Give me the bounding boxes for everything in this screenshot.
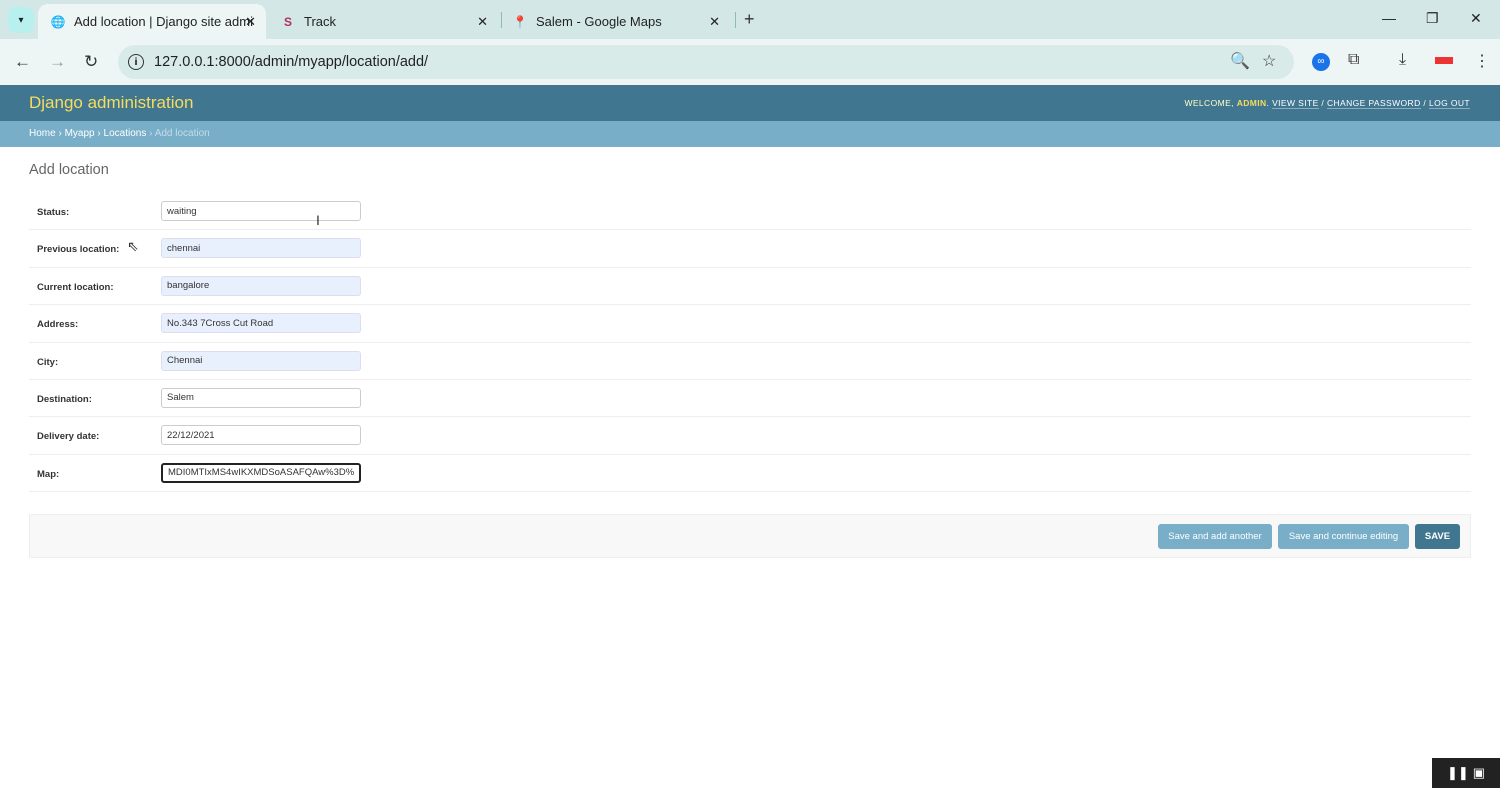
pause-icon[interactable]: ❚❚ xyxy=(1447,765,1469,781)
download-icon[interactable]: ⤓ xyxy=(1399,51,1406,69)
tab-label: Track xyxy=(304,14,337,29)
previous-location-input[interactable] xyxy=(161,238,361,259)
mouse-pointer-icon: ⇖ xyxy=(127,238,139,254)
url-text[interactable]: 127.0.0.1:8000/admin/myapp/location/add/ xyxy=(154,54,428,70)
breadcrumb-app[interactable]: Myapp xyxy=(65,128,95,139)
view-site-link[interactable]: VIEW SITE xyxy=(1272,98,1319,109)
current-location-input[interactable] xyxy=(161,275,361,296)
save-button[interactable]: SAVE xyxy=(1415,524,1460,549)
form-row-previous-location: Previous location: xyxy=(29,230,1471,268)
form-row-current-location: Current location: xyxy=(29,268,1471,306)
address-input[interactable] xyxy=(161,313,361,334)
site-brand[interactable]: Django administration xyxy=(29,93,193,113)
delivery-date-input[interactable] xyxy=(161,425,361,446)
form-row-status: Status: xyxy=(29,193,1471,231)
location-form: Status: Previous location: Current locat… xyxy=(29,193,1471,493)
breadcrumb: Home › Myapp › Locations › Add location xyxy=(0,121,1500,147)
destination-input[interactable] xyxy=(161,387,361,408)
tab-google-maps[interactable]: 📍 Salem - Google Maps ✕ xyxy=(512,4,730,39)
extensions-puzzle-icon[interactable]: ⧉ xyxy=(1348,51,1359,69)
separator: / xyxy=(1321,98,1325,108)
save-and-add-another-button[interactable]: Save and add another xyxy=(1158,524,1272,549)
text-cursor-icon: I xyxy=(316,212,320,228)
address-bar[interactable]: i 127.0.0.1:8000/admin/myapp/location/ad… xyxy=(118,45,1294,79)
recorder-controls: ❚❚ ▣ xyxy=(1432,758,1500,788)
maps-pin-icon: 📍 xyxy=(512,14,528,29)
site-info-icon[interactable]: i xyxy=(128,54,144,70)
field-label: Destination: xyxy=(37,393,92,405)
form-row-city: City: xyxy=(29,343,1471,380)
minimize-button[interactable]: — xyxy=(1382,10,1396,26)
admin-header: Django administration WELCOME, ADMIN. VI… xyxy=(0,85,1500,121)
page-title: Add location xyxy=(29,162,109,178)
status-input[interactable] xyxy=(161,201,361,221)
tab-search-button[interactable]: ▾ xyxy=(8,7,34,33)
separator: / xyxy=(1423,98,1427,108)
close-tab-icon[interactable]: ✕ xyxy=(709,14,720,30)
tab-track[interactable]: S Track ✕ xyxy=(280,4,498,39)
field-label: Current location: xyxy=(37,281,114,293)
field-label: Delivery date: xyxy=(37,431,100,443)
tab-label: Add location | Django site admi xyxy=(74,14,253,29)
field-label: Status: xyxy=(37,207,70,218)
tab-strip: ▾ 🌐 Add location | Django site admi ✕ S … xyxy=(0,0,1500,39)
save-and-continue-button[interactable]: Save and continue editing xyxy=(1278,524,1409,549)
close-tab-icon[interactable]: ✕ xyxy=(245,14,256,30)
form-row-delivery-date: Delivery date: xyxy=(29,417,1471,455)
field-label: Map: xyxy=(37,468,60,480)
breadcrumb-sep: › xyxy=(58,128,62,139)
welcome-text: WELCOME, xyxy=(1184,98,1234,108)
zoom-icon[interactable]: 🔍 xyxy=(1230,51,1250,71)
form-row-address: Address: xyxy=(29,305,1471,343)
field-label: Previous location: xyxy=(37,244,120,256)
menu-kebab-icon[interactable]: ⋮ xyxy=(1474,51,1490,71)
user-tools: WELCOME, ADMIN. VIEW SITE / CHANGE PASSW… xyxy=(1184,98,1470,109)
breadcrumb-model[interactable]: Locations xyxy=(104,128,147,139)
tab-add-location[interactable]: 🌐 Add location | Django site admi ✕ xyxy=(38,4,266,39)
city-input[interactable] xyxy=(161,350,361,371)
extension-icon[interactable]: ∞ xyxy=(1312,53,1330,71)
username: ADMIN xyxy=(1236,98,1267,108)
change-password-link[interactable]: CHANGE PASSWORD xyxy=(1326,98,1421,109)
field-label: City: xyxy=(37,356,59,368)
forward-button[interactable]: → xyxy=(49,52,66,72)
breadcrumb-home[interactable]: Home xyxy=(29,128,56,139)
breadcrumb-sep: › xyxy=(97,128,101,139)
track-favicon: S xyxy=(283,14,292,29)
globe-icon: 🌐 xyxy=(50,14,66,29)
map-input[interactable] xyxy=(161,462,361,483)
form-row-map: Map: xyxy=(29,455,1471,493)
breadcrumb-sep: › xyxy=(149,128,153,139)
field-label: Address: xyxy=(37,319,79,331)
back-button[interactable]: ← xyxy=(14,52,31,72)
breadcrumb-current: Add location xyxy=(154,128,210,139)
form-row-destination: Destination: xyxy=(29,380,1471,418)
close-window-button[interactable]: ✕ xyxy=(1470,10,1482,27)
reload-button[interactable]: ↻ xyxy=(84,52,98,72)
submit-row: Save and add another Save and continue e… xyxy=(29,514,1471,558)
close-tab-icon[interactable]: ✕ xyxy=(477,14,488,30)
recorder-extension-icon[interactable] xyxy=(1435,57,1453,64)
restore-button[interactable]: ❐ xyxy=(1426,10,1439,27)
tab-label: Salem - Google Maps xyxy=(536,14,662,29)
logout-link[interactable]: LOG OUT xyxy=(1428,98,1470,109)
browser-toolbar: ← → ↻ i 127.0.0.1:8000/admin/myapp/locat… xyxy=(0,39,1500,85)
new-tab-button[interactable]: + xyxy=(744,9,755,30)
bookmark-star-icon[interactable]: ☆ xyxy=(1262,51,1276,71)
screen-share-icon[interactable]: ▣ xyxy=(1473,765,1485,781)
